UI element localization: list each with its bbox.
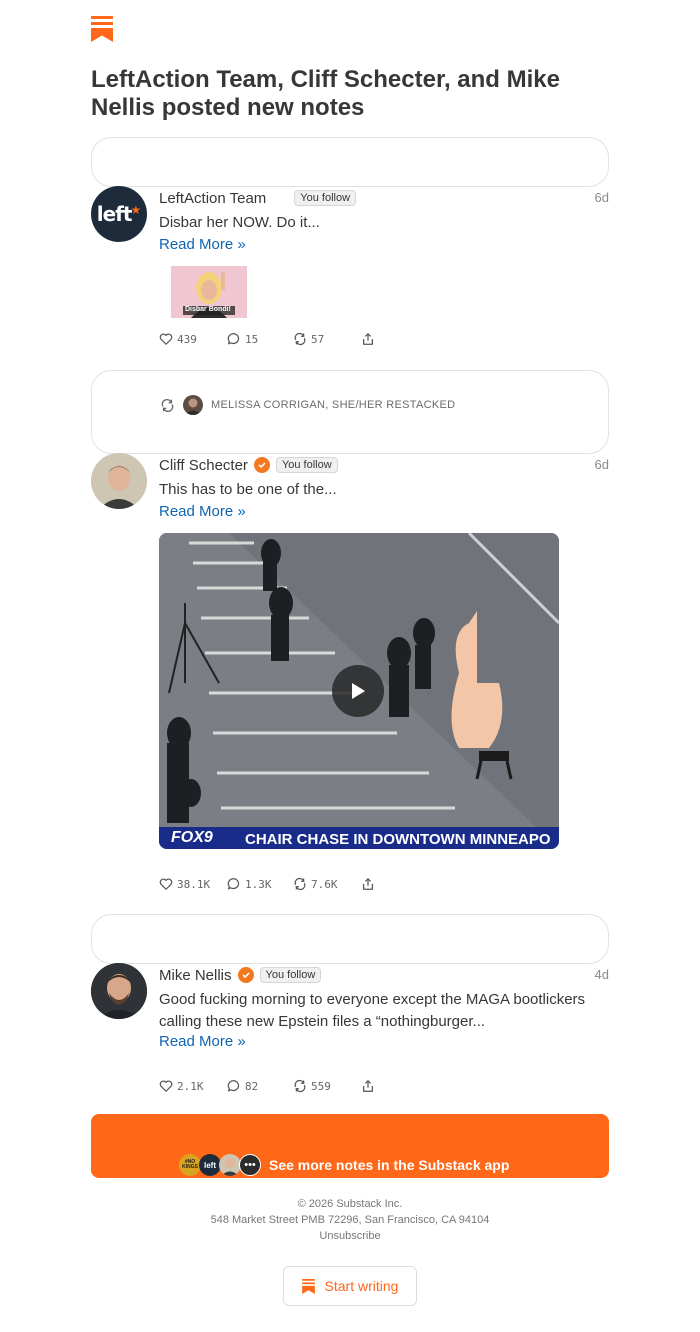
- read-more-link[interactable]: Read More »: [159, 236, 246, 253]
- start-writing-button[interactable]: Start writing: [283, 1266, 417, 1306]
- follow-badge: You follow: [259, 967, 322, 983]
- play-button[interactable]: [332, 665, 384, 717]
- more-authors-icon: •••: [239, 1154, 261, 1176]
- comment-button[interactable]: 1.3K: [227, 877, 293, 891]
- restack-icon: [294, 332, 306, 346]
- like-button[interactable]: 38.1K: [159, 877, 227, 891]
- comment-button[interactable]: 82: [227, 1079, 293, 1093]
- cta-label: See more notes in the Substack app: [269, 1157, 510, 1173]
- like-button[interactable]: 439: [159, 332, 227, 346]
- start-writing-label: Start writing: [324, 1278, 399, 1294]
- read-more-link[interactable]: Read More »: [159, 1033, 246, 1050]
- follow-badge: You follow: [275, 457, 338, 473]
- restack-icon: [294, 1079, 306, 1093]
- restacked-by-label: MELISSA CORRIGAN, SHE/HER RESTACKED: [211, 399, 456, 411]
- restack-button[interactable]: 559: [293, 1079, 361, 1093]
- chevron-right-icon: »: [237, 503, 246, 520]
- comment-count: 82: [245, 1079, 259, 1093]
- avatar: #NO KINGS: [179, 1154, 201, 1176]
- chevron-right-icon: »: [237, 1033, 246, 1050]
- video-channel-logo: FOX9: [171, 829, 213, 846]
- note-cliff-schecter[interactable]: Cliff Schecter You follow 6d This has to…: [91, 453, 609, 903]
- footer: © 2026 Substack Inc. 548 Market Street P…: [0, 1196, 700, 1244]
- substack-logo-icon: [91, 16, 113, 42]
- restack-button[interactable]: 7.6K: [293, 877, 361, 891]
- like-count: 38.1K: [177, 877, 211, 891]
- comment-icon: [227, 1080, 240, 1092]
- avatar-badge-text: #NO KINGS: [182, 1159, 198, 1170]
- restack-icon: [294, 877, 306, 891]
- comment-button[interactable]: 15: [227, 332, 293, 346]
- like-button[interactable]: 2.1K: [159, 1079, 227, 1093]
- avatar[interactable]: left ★: [91, 186, 147, 242]
- author-name[interactable]: Mike Nellis: [159, 967, 232, 984]
- follow-badge: You follow: [294, 190, 357, 206]
- note-card-frame[interactable]: MELISSA CORRIGAN, SHE/HER RESTACKED: [91, 370, 609, 454]
- read-more-link[interactable]: Read More »: [159, 503, 246, 520]
- note-image[interactable]: Disbar Bondi!: [171, 266, 247, 318]
- like-count: 439: [177, 332, 197, 346]
- restacker-avatar[interactable]: [183, 395, 203, 415]
- avatar: [219, 1154, 241, 1176]
- avatar: left: [199, 1154, 221, 1176]
- author-avatar-stack: #NO KINGS left •••: [179, 1154, 261, 1176]
- like-count: 2.1K: [177, 1079, 204, 1093]
- share-button[interactable]: [361, 877, 375, 891]
- note-age: 4d: [594, 967, 609, 982]
- author-name[interactable]: Cliff Schecter: [159, 457, 248, 474]
- note-leftaction[interactable]: left ★ LeftAction Team You follow 6d Dis…: [91, 186, 609, 356]
- copyright: © 2026 Substack Inc.: [297, 1198, 403, 1210]
- share-button[interactable]: [361, 1079, 375, 1093]
- chevron-right-icon: »: [237, 236, 246, 253]
- note-text: Good fucking morning to everyone except …: [159, 991, 586, 1030]
- verified-icon: [237, 967, 254, 983]
- author-name[interactable]: LeftAction Team: [159, 190, 266, 207]
- note-mike-nellis[interactable]: Mike Nellis You follow 4d Good fucking m…: [91, 963, 609, 1103]
- note-text: Disbar her NOW. Do it...: [159, 214, 320, 231]
- restack-header: MELISSA CORRIGAN, SHE/HER RESTACKED: [160, 395, 455, 415]
- comment-icon: [227, 878, 240, 890]
- see-more-notes-button[interactable]: #NO KINGS left ••• See more notes in the…: [91, 1114, 609, 1178]
- restack-count: 57: [311, 332, 325, 346]
- share-button[interactable]: [361, 332, 375, 346]
- share-icon: [363, 333, 373, 345]
- heart-icon: [159, 333, 173, 345]
- restack-count: 7.6K: [311, 877, 338, 891]
- substack-logo-icon: [301, 1278, 315, 1294]
- unsubscribe-link[interactable]: Unsubscribe: [319, 1230, 380, 1242]
- star-icon: ★: [130, 203, 142, 217]
- verified-icon: [253, 457, 270, 473]
- avatar-logo-text: left: [96, 202, 133, 226]
- note-card-frame[interactable]: [91, 137, 609, 187]
- avatar[interactable]: [91, 963, 147, 1019]
- share-icon: [363, 878, 373, 890]
- comment-count: 1.3K: [245, 877, 272, 891]
- restack-button[interactable]: 57: [293, 332, 361, 346]
- avatar[interactable]: [91, 453, 147, 509]
- email-headline: LeftAction Team, Cliff Schecter, and Mik…: [91, 66, 560, 121]
- play-icon: [352, 683, 365, 699]
- note-card-frame[interactable]: [91, 914, 609, 964]
- avatar-badge-text: left: [204, 1160, 216, 1170]
- comment-count: 15: [245, 332, 259, 346]
- note-video[interactable]: FOX9 CHAIR CHASE IN DOWNTOWN MINNEAPO: [159, 533, 559, 849]
- note-age: 6d: [594, 190, 609, 205]
- share-icon: [363, 1080, 373, 1092]
- heart-icon: [159, 1080, 173, 1092]
- image-caption: Disbar Bondi!: [185, 306, 231, 313]
- comment-icon: [227, 333, 240, 345]
- note-text: This has to be one of the...: [159, 481, 337, 498]
- mailing-address: 548 Market Street PMB 72296, San Francis…: [210, 1214, 490, 1226]
- note-age: 6d: [594, 457, 609, 472]
- heart-icon: [159, 878, 173, 890]
- video-caption: CHAIR CHASE IN DOWNTOWN MINNEAPO: [245, 831, 551, 848]
- restack-count: 559: [311, 1079, 331, 1093]
- restack-icon: [161, 398, 174, 412]
